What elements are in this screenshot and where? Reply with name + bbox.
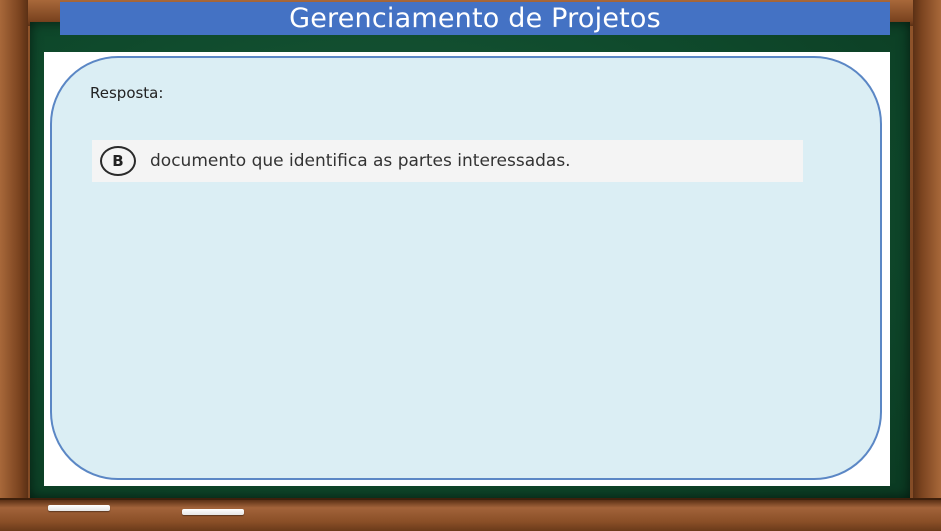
option-letter-badge: B bbox=[100, 146, 136, 176]
answer-label: Resposta: bbox=[90, 84, 164, 102]
chalk-piece bbox=[182, 509, 244, 515]
frame-right-edge bbox=[913, 0, 941, 529]
option-text: documento que identifica as partes inter… bbox=[150, 151, 571, 171]
slide-title: Gerenciamento de Projetos bbox=[289, 3, 661, 34]
answer-box bbox=[50, 56, 882, 480]
chalk-piece bbox=[48, 505, 110, 511]
chalk-tray bbox=[0, 498, 941, 531]
frame-left-edge bbox=[0, 0, 28, 529]
title-bar: Gerenciamento de Projetos bbox=[60, 2, 890, 35]
answer-option-card: B documento que identifica as partes int… bbox=[92, 140, 803, 182]
